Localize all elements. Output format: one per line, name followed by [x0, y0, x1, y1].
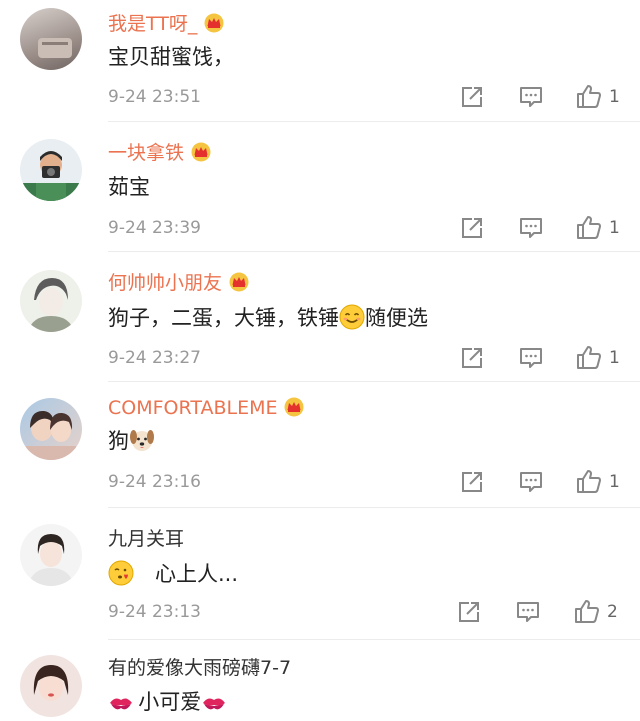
username[interactable]: 一块拿铁 [108, 141, 212, 168]
comment-icon[interactable] [518, 215, 544, 241]
crown-badge-icon [190, 142, 212, 168]
comment-icon[interactable] [515, 599, 541, 625]
comment-item: 有的爱像大雨磅礴7-7 小可爱 [0, 640, 640, 719]
kiss-mark-emoji [108, 692, 134, 721]
comment-text: 小可爱 [108, 688, 227, 721]
username-text[interactable]: 九月关耳 [108, 528, 184, 550]
crown-badge-icon [203, 13, 225, 39]
avatar[interactable] [20, 270, 82, 332]
share-icon[interactable] [459, 215, 485, 241]
thumbs-up-icon[interactable] [574, 598, 600, 624]
like-count: 2 [607, 602, 618, 622]
comment-item: 我是TT呀_ 宝贝甜蜜饯， 9-24 23:51 1 [0, 0, 640, 122]
like-count: 1 [609, 87, 620, 107]
share-icon[interactable] [459, 469, 485, 495]
comment-text-part: 狗子，二蛋，大锤，铁锤 [108, 306, 339, 330]
avatar[interactable] [20, 8, 82, 70]
like-count: 1 [609, 472, 620, 492]
comment-text: 宝贝甜蜜饯， [108, 45, 234, 69]
timestamp: 9-24 23:13 [108, 602, 201, 622]
comment-item: 何帅帅小朋友 狗子，二蛋，大锤，铁锤 随便选 9-24 23:27 1 [0, 252, 640, 382]
dog-face-emoji [129, 427, 155, 460]
timestamp: 9-24 23:27 [108, 348, 201, 368]
comment-text: 茹宝 [108, 175, 150, 199]
username-text[interactable]: 一块拿铁 [108, 142, 184, 164]
username[interactable]: 我是TT呀_ [108, 12, 225, 39]
kiss-mark-emoji [201, 692, 227, 721]
comment-item: 九月关耳 心上人... 9-24 23:13 2 [0, 508, 640, 640]
timestamp: 9-24 23:16 [108, 472, 201, 492]
comment-icon[interactable] [518, 345, 544, 371]
comment-text: 心上人... [108, 560, 238, 593]
comment-icon[interactable] [518, 469, 544, 495]
comment-text: 狗 [108, 427, 155, 460]
thumbs-up-icon[interactable] [576, 344, 602, 370]
username[interactable]: COMFORTABLEME [108, 396, 305, 423]
thumbs-up-icon[interactable] [576, 468, 602, 494]
comment-text-part: 狗 [108, 429, 129, 453]
thumbs-up-icon[interactable] [576, 214, 602, 240]
smiling-face-emoji [339, 304, 365, 337]
thumbs-up-icon[interactable] [576, 83, 602, 109]
comment-text-part: 心上人... [155, 562, 239, 586]
share-icon[interactable] [459, 84, 485, 110]
share-icon[interactable] [456, 599, 482, 625]
username[interactable]: 九月关耳 [108, 527, 184, 551]
like-count: 1 [609, 218, 620, 238]
username-text[interactable]: 我是TT呀_ [108, 13, 197, 35]
username-text[interactable]: 有的爱像大雨磅礴7-7 [108, 657, 291, 679]
comment-text: 狗子，二蛋，大锤，铁锤 随便选 [108, 304, 428, 337]
comment-text-part: 小可爱 [138, 690, 202, 714]
like-count: 1 [609, 348, 620, 368]
crown-badge-icon [283, 397, 305, 423]
avatar[interactable] [20, 139, 82, 201]
comment-item: 一块拿铁 茹宝 9-24 23:39 1 [0, 122, 640, 252]
username-text[interactable]: 何帅帅小朋友 [108, 272, 222, 294]
comment-text-part: 随便选 [365, 306, 428, 330]
share-icon[interactable] [459, 345, 485, 371]
comment-icon[interactable] [518, 84, 544, 110]
username-text[interactable]: COMFORTABLEME [108, 397, 277, 419]
avatar[interactable] [20, 655, 82, 717]
username[interactable]: 何帅帅小朋友 [108, 271, 250, 298]
comment-item: COMFORTABLEME 狗 9-24 23:16 1 [0, 382, 640, 508]
username[interactable]: 有的爱像大雨磅礴7-7 [108, 656, 291, 680]
avatar[interactable] [20, 398, 82, 460]
timestamp: 9-24 23:51 [108, 87, 201, 107]
face-blowing-kiss-emoji [108, 560, 134, 593]
avatar[interactable] [20, 524, 82, 586]
crown-badge-icon [228, 272, 250, 298]
timestamp: 9-24 23:39 [108, 218, 201, 238]
